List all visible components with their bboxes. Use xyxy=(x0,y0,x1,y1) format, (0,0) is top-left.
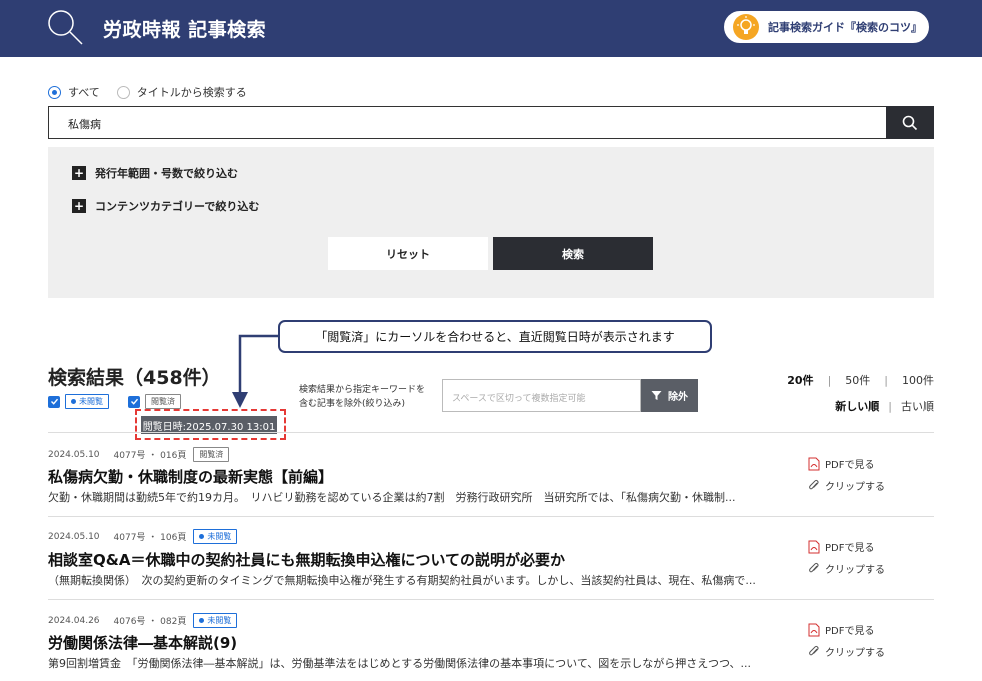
result-issue: 4077号 ・ 106頁 xyxy=(113,533,187,543)
plus-icon: + xyxy=(72,166,86,180)
divider: | xyxy=(827,373,832,387)
search-scope-radios: すべて タイトルから検索する xyxy=(48,84,264,100)
app-header: 労政時報 記事検索 記事検索ガイド『検索のコツ』 xyxy=(0,0,982,57)
paperclip-icon xyxy=(809,479,819,490)
result-title[interactable]: 労働関係法律―基本解説(9) xyxy=(48,632,237,653)
exclude-button[interactable]: 除外 xyxy=(641,379,698,412)
clip-link[interactable]: クリップする xyxy=(808,644,885,659)
unread-dot-icon xyxy=(199,534,205,539)
read-filter-checkbox[interactable] xyxy=(128,395,140,408)
unread-dot-icon xyxy=(71,399,76,404)
pdf-view-link[interactable]: PDFで見る xyxy=(808,622,874,637)
paperclip-icon xyxy=(809,562,819,573)
unread-badge-label: 未閲覧 xyxy=(79,397,103,406)
pdf-view-link[interactable]: PDFで見る xyxy=(808,456,874,471)
result-meta: 2024.05.10 4077号 ・ 016頁 閲覧済 xyxy=(48,447,230,462)
unread-filter-checkbox[interactable] xyxy=(48,395,60,408)
search-guide-label: 記事検索ガイド『検索のコツ』 xyxy=(768,21,922,34)
divider: | xyxy=(888,399,892,413)
result-title[interactable]: 相談室Q&A＝休職中の契約社員にも無期転換申込権についての説明が必要か xyxy=(48,549,565,570)
per-page-selector: 20件 | 50件 | 100件 xyxy=(787,372,934,388)
filter-funnel-icon xyxy=(651,391,662,400)
result-issue: 4076号 ・ 082頁 xyxy=(113,617,187,627)
unread-badge-label: 未閲覧 xyxy=(207,616,232,625)
exclude-label-line-2: 含む記事を除外(絞り込み) xyxy=(299,399,406,409)
annotation-callout: 「閲覧済」にカーソルを合わせると、直近閲覧日時が表示されます xyxy=(278,320,712,353)
exclude-button-label: 除外 xyxy=(668,392,688,403)
pdf-view-link[interactable]: PDFで見る xyxy=(808,539,874,554)
result-divider xyxy=(48,432,934,433)
reset-button[interactable]: リセット xyxy=(328,237,488,270)
read-badge: 閲覧済 xyxy=(145,394,181,409)
result-date: 2024.05.10 xyxy=(48,531,100,542)
result-date: 2024.04.26 xyxy=(48,615,100,626)
pdf-view-label: PDFで見る xyxy=(825,543,875,554)
divider: | xyxy=(884,373,888,387)
sort-newest[interactable]: 新しい順 xyxy=(835,398,879,414)
result-issue: 4077号 ・ 016頁 xyxy=(113,451,187,461)
unread-badge: 未閲覧 xyxy=(65,394,109,409)
paperclip-icon xyxy=(809,645,819,656)
radio-title-label: タイトルから検索する xyxy=(136,86,247,99)
search-input-value: 私傷病 xyxy=(68,118,101,131)
sort-oldest[interactable]: 古い順 xyxy=(901,398,934,414)
per-page-20[interactable]: 20件 xyxy=(787,372,813,388)
clip-link[interactable]: クリップする xyxy=(808,478,885,493)
pdf-icon xyxy=(808,623,820,636)
unread-badge: 未閲覧 xyxy=(193,529,238,544)
result-snippet: 欠勤・休職期間は勤続5年で約19カ月。 リハビリ勤務を認めている企業は約7割 労… xyxy=(48,491,736,504)
per-page-50[interactable]: 50件 xyxy=(845,372,870,388)
filter-category-label: コンテンツカテゴリーで絞り込む xyxy=(95,200,260,213)
search-submit-button[interactable] xyxy=(886,106,934,139)
unread-badge: 未閲覧 xyxy=(193,613,238,628)
read-status-filter: 未閲覧 閲覧済 xyxy=(48,394,181,409)
sort-selector: 新しい順 | 古い順 xyxy=(835,398,934,414)
unread-badge-label: 未閲覧 xyxy=(207,532,232,541)
search-logo-icon xyxy=(48,10,83,45)
clip-link[interactable]: クリップする xyxy=(808,561,885,576)
exclude-keyword-input[interactable]: スペースで区切って複数指定可能 xyxy=(442,379,641,412)
result-meta: 2024.04.26 4076号 ・ 082頁 未閲覧 xyxy=(48,613,238,628)
annotation-arrow-icon xyxy=(232,334,279,408)
radio-title-only[interactable]: タイトルから検索する xyxy=(116,84,247,100)
check-icon xyxy=(130,398,138,405)
search-icon xyxy=(902,115,918,130)
radio-all-label: すべて xyxy=(68,86,100,99)
result-date: 2024.05.10 xyxy=(48,449,100,460)
result-meta: 2024.05.10 4077号 ・ 106頁 未閲覧 xyxy=(48,529,238,544)
unread-dot-icon xyxy=(199,618,205,623)
filter-year-range-toggle[interactable]: + 発行年範囲・号数で絞り込む xyxy=(72,165,238,181)
radio-all[interactable]: すべて xyxy=(48,84,100,100)
app-title: 労政時報 記事検索 xyxy=(103,19,267,41)
result-divider xyxy=(48,599,934,600)
lightbulb-icon xyxy=(733,14,759,40)
per-page-100[interactable]: 100件 xyxy=(902,372,934,388)
pdf-icon xyxy=(808,540,820,553)
filter-panel: + 発行年範囲・号数で絞り込む + コンテンツカテゴリーで絞り込む リセット 検… xyxy=(48,147,934,298)
clip-label: クリップする xyxy=(825,565,885,576)
clip-label: クリップする xyxy=(825,648,885,659)
read-badge[interactable]: 閲覧済 xyxy=(193,447,230,462)
results-title: 検索結果（458件） xyxy=(48,367,221,389)
result-divider xyxy=(48,516,934,517)
check-icon xyxy=(50,398,58,405)
result-title[interactable]: 私傷病欠勤・休職制度の最新実態【前編】 xyxy=(48,466,333,487)
radio-title-dot[interactable] xyxy=(116,85,130,99)
pdf-icon xyxy=(808,457,820,470)
filter-year-range-label: 発行年範囲・号数で絞り込む xyxy=(95,167,238,180)
search-guide-button[interactable]: 記事検索ガイド『検索のコツ』 xyxy=(722,9,931,45)
exclude-label-line-1: 検索結果から指定キーワードを xyxy=(299,385,426,395)
pdf-view-label: PDFで見る xyxy=(825,460,875,471)
filter-category-toggle[interactable]: + コンテンツカテゴリーで絞り込む xyxy=(72,198,259,214)
result-snippet: （無期転換関係） 次の契約更新のタイミングで無期転換申込権が発生する有期契約社員… xyxy=(48,574,756,587)
pdf-view-label: PDFで見る xyxy=(825,626,875,637)
plus-icon: + xyxy=(72,199,86,213)
exclude-keyword-label: 検索結果から指定キーワードを 含む記事を除外(絞り込み) xyxy=(299,383,439,411)
clip-label: クリップする xyxy=(825,482,885,493)
result-snippet: 第9回割増賃金 「労働関係法律―基本解説」は、労働基準法をはじめとする労働関係法… xyxy=(48,657,752,670)
search-input[interactable]: 私傷病 xyxy=(48,106,934,139)
radio-all-dot[interactable] xyxy=(48,85,61,99)
search-button[interactable]: 検索 xyxy=(493,237,653,270)
exclude-keyword-placeholder: スペースで区切って複数指定可能 xyxy=(452,394,586,404)
